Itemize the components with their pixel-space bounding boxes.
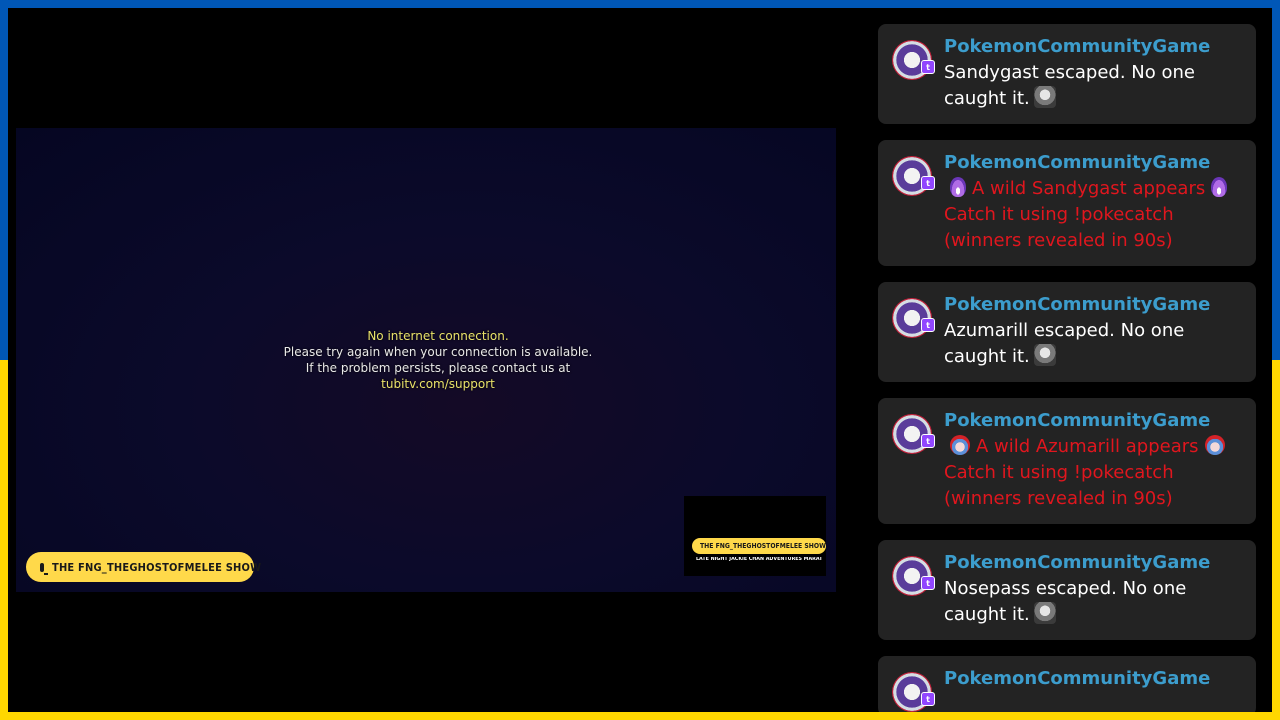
chat-username[interactable]: PokemonCommunityGame: [944, 150, 1242, 176]
chat-message: t PokemonCommunityGame Sandygast escaped…: [878, 24, 1256, 124]
show-badge-label: THE FNG_THEGHOSTOFMELEE SHOW: [52, 560, 262, 574]
connection-error-message: No internet connection. Please try again…: [278, 328, 598, 392]
twitch-badge-icon: t: [921, 60, 935, 74]
chat-message: t PokemonCommunityGame Nosepass escaped.…: [878, 540, 1256, 640]
chat-text: A wild Sandygast appears Catch it using !…: [944, 176, 1242, 254]
flame-icon: [1211, 177, 1228, 197]
show-badge: THE FNG_THEGHOSTOFMELEE SHOW: [26, 552, 261, 582]
santa-icon: [1204, 435, 1225, 455]
twitch-badge-icon: t: [921, 576, 935, 590]
chat-feed[interactable]: t PokemonCommunityGame Sandygast escaped…: [878, 24, 1256, 712]
stream-stage: No internet connection. Please try again…: [8, 8, 1272, 712]
noped-emote-icon: [1033, 86, 1056, 108]
support-link[interactable]: tubitv.com/support: [278, 376, 598, 392]
chat-text: Azumarill escaped. No one caught it.: [944, 320, 1185, 367]
chat-username[interactable]: PokemonCommunityGame: [944, 34, 1242, 60]
avatar: t: [892, 298, 935, 338]
chat-message: t PokemonCommunityGame Azumarill escaped…: [878, 282, 1256, 382]
chat-message: t PokemonCommunityGame A wild Sandygast …: [878, 140, 1256, 266]
noped-emote-icon: [1033, 344, 1056, 366]
twitch-badge-icon: t: [921, 692, 935, 706]
chat-username[interactable]: PokemonCommunityGame: [944, 550, 1242, 576]
avatar: t: [892, 40, 935, 80]
chat-message: t PokemonCommunityGame: [878, 656, 1256, 712]
error-line-title: No internet connection.: [367, 329, 509, 343]
avatar: t: [892, 672, 935, 712]
flame-icon: [950, 177, 966, 197]
twitch-badge-icon: t: [921, 434, 935, 448]
avatar: t: [892, 156, 935, 196]
video-player[interactable]: No internet connection. Please try again…: [16, 128, 836, 592]
mini-show-badge: THE FNG_THEGHOSTOFMELEE SHOW: [692, 538, 826, 554]
twitch-badge-icon: t: [921, 176, 935, 190]
twitch-badge-icon: t: [921, 318, 935, 332]
chat-text: Nosepass escaped. No one caught it.: [944, 578, 1187, 625]
chat-username[interactable]: PokemonCommunityGame: [944, 666, 1242, 692]
avatar: t: [892, 556, 935, 596]
chat-username[interactable]: PokemonCommunityGame: [944, 408, 1242, 434]
mini-overlay: THE FNG_THEGHOSTOFMELEE SHOW LATE NIGHT …: [684, 496, 826, 576]
mini-subtitle: LATE NIGHT JACKIE CHAN ADVENTURES MARATH…: [696, 557, 822, 562]
error-line-retry: Please try again when your connection is…: [283, 345, 593, 359]
chat-message: t PokemonCommunityGame A wild Azumarill …: [878, 398, 1256, 524]
chat-username[interactable]: PokemonCommunityGame: [944, 292, 1242, 318]
error-line-contact: If the problem persists, please contact …: [305, 361, 571, 375]
noped-emote-icon: [1033, 602, 1056, 624]
tv-icon: [40, 562, 48, 575]
chat-text: Sandygast escaped. No one caught it.: [944, 62, 1195, 109]
avatar: t: [892, 414, 935, 454]
chat-text: A wild Azumarill appears Catch it using !…: [944, 434, 1242, 512]
santa-icon: [950, 435, 970, 455]
